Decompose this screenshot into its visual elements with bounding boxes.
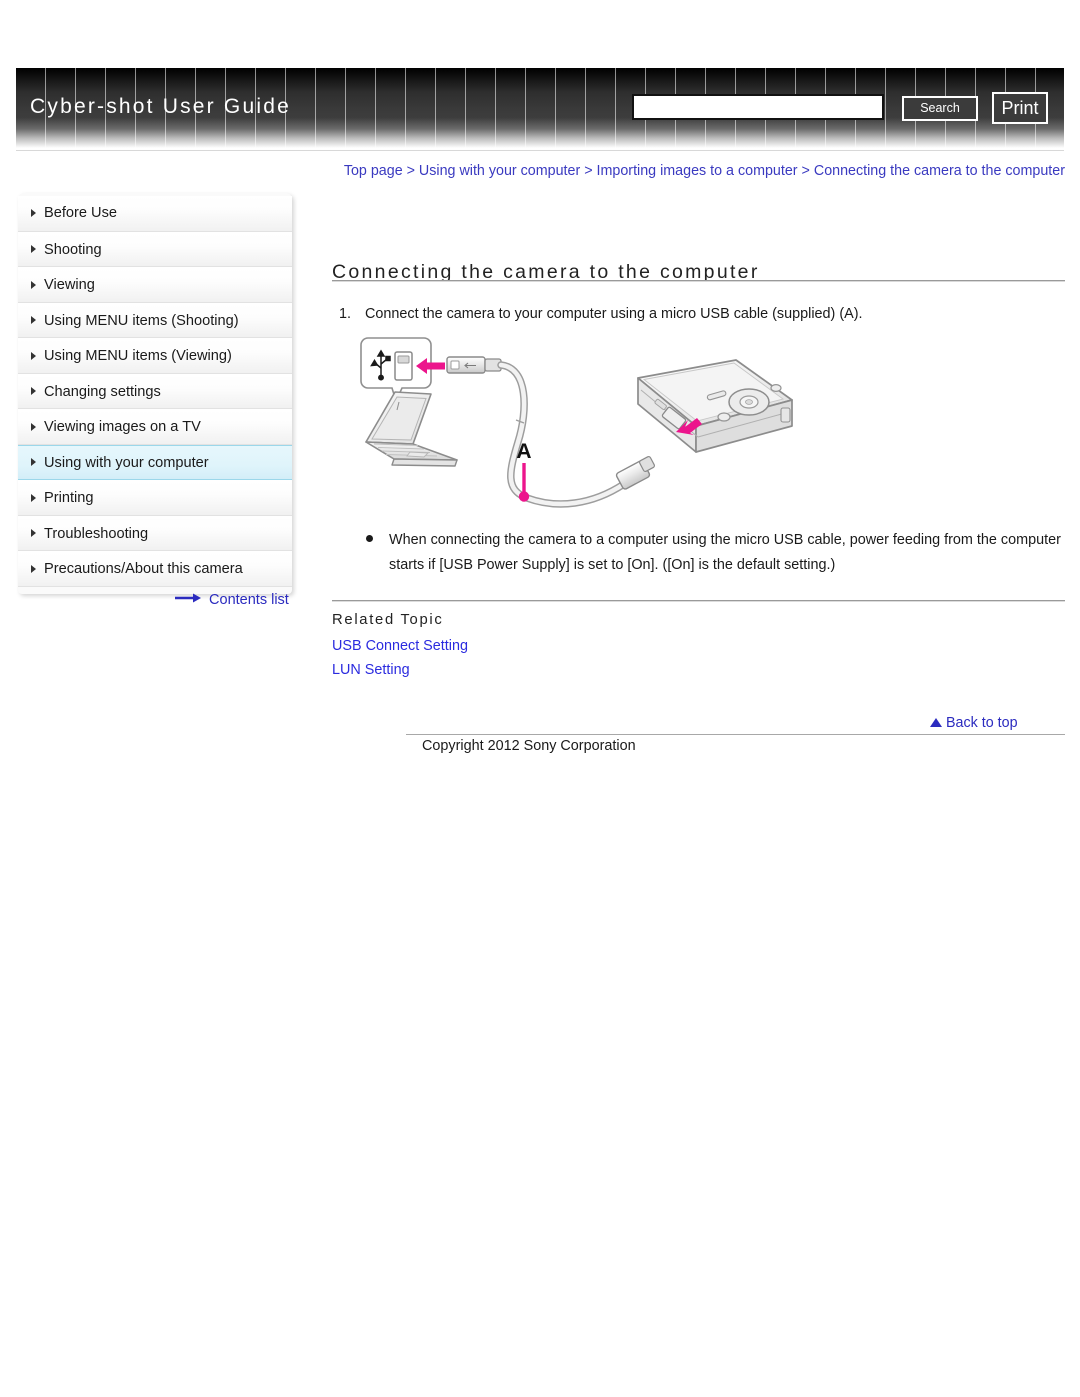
triangle-up-icon (930, 717, 942, 727)
triangle-right-icon (31, 245, 36, 254)
sidebar-item-using-menu-items-viewing[interactable]: Using MENU items (Viewing) (18, 338, 292, 374)
connection-diagram-illustration: A (352, 332, 802, 517)
sidebar-item-using-menu-items-shooting[interactable]: Using MENU items (Shooting) (18, 302, 292, 338)
step-1: 1. Connect the camera to your computer us… (339, 306, 863, 322)
triangle-right-icon (31, 493, 36, 502)
sidebar-item-label: Troubleshooting (44, 525, 149, 542)
sidebar-item-viewing[interactable]: Viewing (18, 267, 292, 303)
breadcrumb[interactable]: Top page > Using with your computer > Im… (340, 161, 1065, 182)
micro-usb-plug (615, 455, 656, 490)
triangle-right-icon (31, 280, 36, 289)
triangle-right-icon (31, 387, 36, 396)
sidebar-item-label: Using MENU items (Viewing) (44, 348, 232, 364)
sidebar-item-label: Printing (44, 490, 94, 506)
sidebar-item-before-use[interactable]: Before Use (18, 196, 292, 232)
triangle-right-icon (31, 316, 36, 325)
related-link-lun-setting[interactable]: LUN Setting (332, 662, 410, 678)
site-title: Cyber-shot User Guide (30, 95, 291, 118)
contents-list-link[interactable]: Contents list (175, 592, 289, 608)
sidebar-item-label: Precautions/About this camera (44, 561, 243, 577)
laptop-computer (365, 391, 458, 467)
contents-list-label: Contents list (209, 592, 289, 608)
title-divider (332, 280, 1065, 282)
usb-port-callout (360, 337, 445, 404)
sidebar-item-label: Before Use (44, 205, 118, 221)
sidebar-item-changing-settings[interactable]: Changing settings (18, 373, 292, 409)
sidebar-item-label: Viewing images on a TV (44, 419, 201, 435)
related-topic-heading: Related Topic (332, 612, 444, 628)
note-text: When connecting the camera to a computer… (389, 532, 1061, 573)
header-underline (16, 150, 1064, 151)
sidebar-item-shooting[interactable]: Shooting (18, 231, 292, 267)
note-block: When connecting the camera to a computer… (366, 528, 1066, 578)
search-button[interactable]: Search (902, 96, 978, 121)
micro-usb-cable (497, 361, 628, 508)
sidebar-item-viewing-images-on-a-tv[interactable]: Viewing images on a TV (18, 409, 292, 445)
arrow-right-icon (175, 591, 201, 607)
sidebar-item-precautions-about-this-camera[interactable]: Precautions/About this camera (18, 551, 292, 587)
related-topic-divider (332, 600, 1065, 602)
sidebar-navigation: Before Use Shooting Viewing Using MENU item… (18, 193, 292, 594)
sidebar-item-label: Viewing (44, 277, 95, 293)
triangle-right-icon (31, 458, 36, 467)
usb-a-connector (446, 356, 502, 374)
triangle-right-icon (31, 351, 36, 360)
print-button[interactable]: Print (992, 92, 1048, 124)
digital-camera (637, 359, 793, 453)
sidebar-item-troubleshooting[interactable]: Troubleshooting (18, 515, 292, 551)
sidebar-item-label: Using with your computer (44, 454, 209, 471)
triangle-right-icon (31, 209, 36, 218)
back-to-top-link[interactable]: Back to top (930, 715, 1018, 731)
related-link-usb-connect-setting[interactable]: USB Connect Setting (332, 638, 468, 654)
triangle-right-icon (31, 529, 36, 538)
step-text: Connect the camera to your computer usin… (365, 306, 863, 322)
sidebar-item-label: Shooting (44, 241, 102, 258)
sidebar-item-printing[interactable]: Printing (18, 480, 292, 516)
sidebar-item-using-with-your-computer[interactable]: Using with your computer (18, 444, 292, 480)
triangle-right-icon (31, 422, 36, 431)
copyright-text: Copyright 2012 Sony Corporation (422, 738, 636, 754)
bullet-icon (366, 535, 373, 542)
search-input[interactable] (632, 94, 884, 120)
triangle-right-icon (31, 564, 36, 573)
back-to-top-label: Back to top (946, 715, 1018, 731)
svg-text:A: A (516, 440, 531, 463)
sidebar-item-label: Changing settings (44, 383, 161, 400)
sidebar-item-label: Using MENU items (Shooting) (44, 312, 239, 329)
step-number: 1. (339, 306, 352, 322)
footer-divider (406, 734, 1065, 735)
